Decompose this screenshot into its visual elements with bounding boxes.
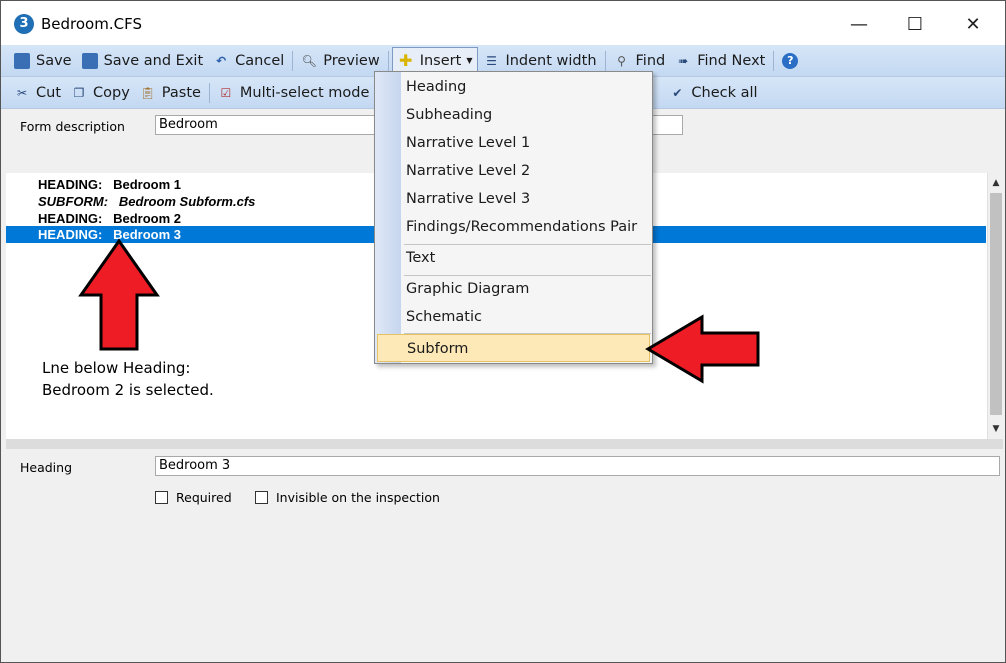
scroll-down-icon[interactable]: ▼ (988, 421, 1004, 437)
magnifier-page-icon: 🔍︎ (301, 53, 317, 68)
menu-item-heading[interactable]: Heading (401, 73, 652, 101)
close-button[interactable]: ✕ (951, 9, 995, 39)
multi-select-mode-button[interactable]: ☑ Multi-select mode (213, 80, 375, 106)
cut-label: Cut (36, 84, 61, 101)
clipboard-icon: 📋︎ (140, 85, 156, 100)
multi-select-mode-label: Multi-select mode (239, 84, 370, 101)
heading-label: Heading (20, 460, 73, 475)
save-and-exit-label: Save and Exit (103, 52, 204, 69)
help-icon: ? (782, 52, 799, 69)
find-next-icon: ➠ (678, 53, 689, 68)
toolbar-separator (773, 50, 775, 71)
annotation-line-1: Lne below Heading: (42, 359, 191, 377)
preview-button[interactable]: 🔍︎ Preview (296, 48, 384, 74)
insert-dropdown-menu: Heading Subheading Narrative Level 1 Nar… (374, 71, 653, 364)
menu-item-findings-recommendations-pair[interactable]: Findings/Recommendations Pair (401, 213, 652, 241)
checklist-icon: ☑ (220, 85, 232, 100)
find-next-label: Find Next (697, 52, 766, 69)
menu-item-narrative-level-1[interactable]: Narrative Level 1 (401, 129, 652, 157)
check-all-button[interactable]: ✔ Check all (664, 80, 762, 106)
save-and-exit-button[interactable]: Save and Exit (77, 48, 209, 74)
editor-window: 3 Bedroom.CFS — ☐ ✕ Save Save and Exit ↶… (0, 0, 1006, 663)
required-checkbox[interactable]: Required (155, 490, 232, 505)
save-label: Save (36, 52, 72, 69)
indent-width-button[interactable]: ☰ Indent width (478, 48, 601, 74)
find-button[interactable]: ⚲ Find (609, 48, 671, 74)
maximize-button[interactable]: ☐ (893, 9, 937, 39)
indent-icon: ☰ (486, 53, 497, 68)
menu-item-text[interactable]: Text (401, 244, 652, 272)
check-all-icon: ✔ (672, 85, 683, 100)
scissors-icon: ✂ (16, 85, 28, 100)
title-bar: 3 Bedroom.CFS — ☐ ✕ (1, 1, 1005, 47)
preview-label: Preview (323, 52, 380, 69)
cancel-label: Cancel (235, 52, 285, 69)
copy-button[interactable]: ❐ Copy (66, 80, 135, 106)
invisible-checkbox-box[interactable] (255, 491, 268, 504)
save-exit-icon (81, 52, 98, 69)
help-button[interactable]: ? (777, 48, 809, 74)
copy-icon: ❐ (73, 85, 85, 100)
window-title: Bedroom.CFS (41, 15, 142, 33)
menu-item-schematic[interactable]: Schematic (401, 303, 652, 331)
cut-button[interactable]: ✂ Cut (9, 80, 66, 106)
required-label: Required (176, 490, 232, 505)
find-next-button[interactable]: ➠ Find Next (670, 48, 770, 74)
toolbar-separator (387, 50, 389, 71)
binoculars-icon: ⚲ (617, 53, 626, 68)
invisible-checkbox[interactable]: Invisible on the inspection (255, 490, 440, 505)
check-all-label: Check all (691, 84, 758, 101)
scroll-up-icon[interactable]: ▲ (988, 175, 1004, 191)
plus-icon: ✚ (399, 50, 413, 70)
heading-input[interactable]: Bedroom 3 (155, 456, 1000, 476)
annotation-line-2: Bedroom 2 is selected. (42, 381, 214, 399)
up-arrow-annotation (78, 238, 160, 351)
app-logo-icon: 3 (14, 14, 34, 34)
save-button[interactable]: Save (9, 48, 77, 74)
vertical-scrollbar[interactable]: ▲ ▼ (987, 173, 1003, 439)
copy-label: Copy (93, 84, 130, 101)
toolbar-separator (208, 82, 210, 103)
paste-label: Paste (161, 84, 201, 101)
required-checkbox-box[interactable] (155, 491, 168, 504)
toolbar-separator (292, 50, 294, 71)
menu-item-subform[interactable]: Subform (377, 334, 650, 362)
annotation-text: Lne below Heading: Bedroom 2 is selected… (42, 357, 214, 401)
indent-width-label: Indent width (505, 52, 597, 69)
left-arrow-annotation (645, 314, 760, 384)
menu-item-graphic-diagram[interactable]: Graphic Diagram (401, 275, 652, 303)
cancel-button[interactable]: ↶ Cancel (208, 48, 289, 74)
paste-button[interactable]: 📋︎ Paste (135, 80, 206, 106)
insert-label: Insert (419, 52, 462, 69)
floppy-disk-icon (14, 52, 30, 69)
menu-item-narrative-level-3[interactable]: Narrative Level 3 (401, 185, 652, 213)
splitter[interactable] (6, 439, 1003, 449)
find-label: Find (635, 52, 666, 69)
chevron-down-icon: ▼ (466, 56, 473, 65)
invisible-label: Invisible on the inspection (276, 490, 440, 505)
scroll-thumb[interactable] (990, 193, 1002, 415)
menu-icon-strip (375, 72, 401, 363)
menu-item-subheading[interactable]: Subheading (401, 101, 652, 129)
form-description-label: Form description (20, 119, 125, 134)
menu-item-narrative-level-2[interactable]: Narrative Level 2 (401, 157, 652, 185)
undo-icon: ↶ (216, 53, 227, 68)
minimize-button[interactable]: — (837, 9, 881, 39)
toolbar-separator (604, 50, 606, 71)
